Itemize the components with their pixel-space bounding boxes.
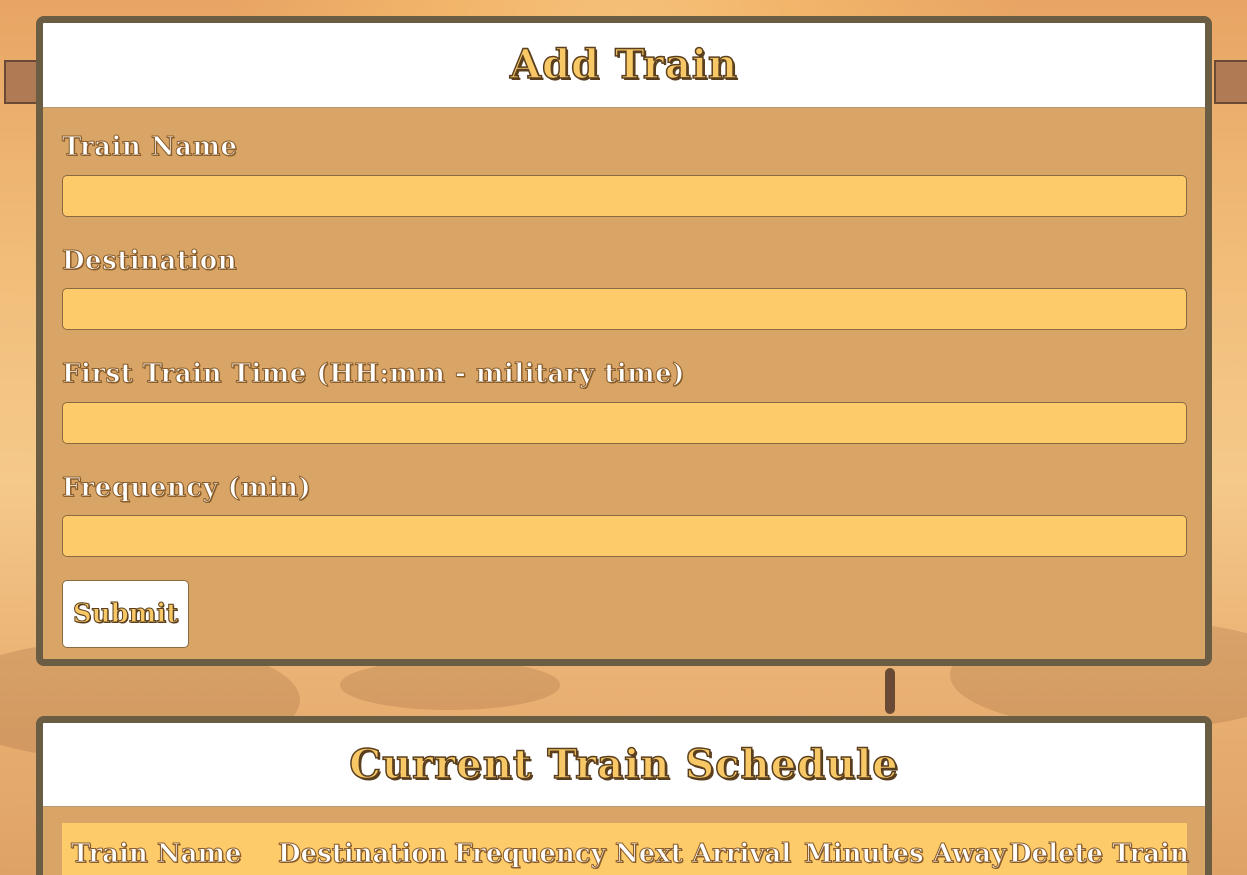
frequency-group: Frequency (min) [62, 473, 1187, 557]
first-train-time-group: First Train Time (HH:mm - military time) [62, 359, 1187, 444]
schedule-card: Current Train Schedule Train Name Destin… [36, 716, 1212, 875]
column-header-frequency: Frequency [454, 839, 607, 870]
add-train-card: Add Train Train Name Destination First T… [36, 16, 1212, 666]
add-train-form: Train Name Destination First Train Time … [43, 108, 1205, 659]
first-train-time-input[interactable] [62, 402, 1187, 444]
train-name-input[interactable] [62, 175, 1187, 217]
schedule-table-header: Train Name Destination Frequency Next Ar… [62, 823, 1190, 875]
first-train-time-label: First Train Time (HH:mm - military time) [62, 359, 685, 390]
destination-group: Destination [62, 246, 1187, 330]
submit-button[interactable]: Submit [62, 580, 189, 648]
add-train-header: Add Train [43, 23, 1205, 108]
column-header-train-name: Train Name [71, 839, 242, 870]
train-name-label: Train Name [62, 132, 238, 163]
building-decoration [1214, 60, 1247, 104]
column-header-destination: Destination [278, 839, 448, 870]
column-header-minutes-away: Minutes Away [803, 839, 1007, 870]
destination-label: Destination [62, 246, 238, 277]
schedule-header: Current Train Schedule [43, 723, 1205, 807]
destination-input[interactable] [62, 288, 1187, 330]
frequency-input[interactable] [62, 515, 1187, 557]
column-header-next-arrival: Next Arrival [614, 839, 792, 870]
cactus-decoration [885, 668, 895, 714]
add-train-title: Add Train [509, 40, 739, 89]
frequency-label: Frequency (min) [62, 473, 312, 504]
schedule-title: Current Train Schedule [348, 740, 899, 789]
building-decoration [4, 60, 38, 104]
column-header-delete-train: Delete Train [1009, 839, 1190, 870]
train-name-group: Train Name [62, 132, 1187, 217]
